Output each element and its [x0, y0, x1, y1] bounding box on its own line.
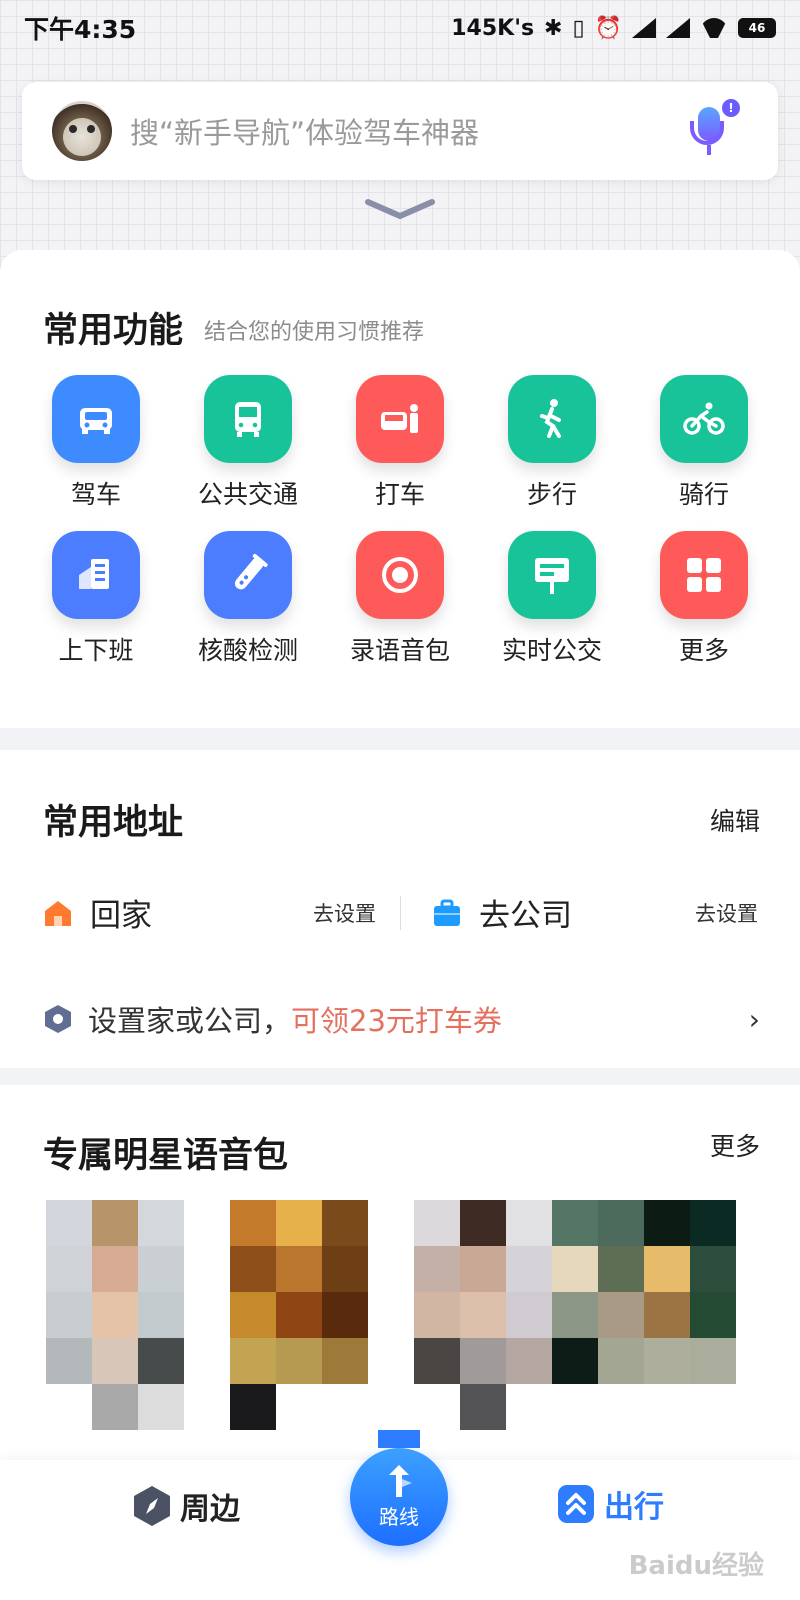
car-icon — [52, 375, 140, 463]
nav-travel-label: 出行 — [604, 1490, 664, 1525]
home-icon — [45, 900, 71, 926]
work-setup-button[interactable]: 去设置 — [695, 898, 758, 928]
work-label: 去公司 — [479, 898, 572, 934]
home-label: 回家 — [90, 898, 152, 934]
function-label: 上下班 — [58, 636, 134, 665]
chevron-down-icon[interactable] — [364, 196, 436, 222]
section-title-voice-packs: 专属明星语音包 — [43, 1136, 289, 1176]
nav-nearby[interactable]: 周边 — [132, 1484, 240, 1528]
walk-icon — [508, 375, 596, 463]
function-commute[interactable]: 上下班 — [20, 531, 172, 667]
bluetooth-icon: ✱ — [544, 15, 563, 41]
promo-text: 设置家或公司， — [88, 1004, 292, 1038]
taxi-icon — [356, 375, 444, 463]
route-arrow-icon — [389, 1464, 412, 1497]
function-label: 打车 — [374, 480, 425, 509]
voice-pack-thumbnail[interactable] — [46, 1200, 184, 1430]
function-realtime-bus[interactable]: 实时公交 — [476, 531, 628, 667]
alarm-icon: ⏰ — [594, 15, 622, 41]
travel-icon — [558, 1485, 594, 1523]
common-functions-card: 常用功能 结合您的使用习惯推荐 驾车 公共交通 打车 步行 骑行 上下班 核酸检… — [0, 250, 800, 728]
function-label: 实时公交 — [501, 636, 602, 665]
function-label: 核酸检测 — [197, 636, 298, 665]
function-bike[interactable]: 骑行 — [628, 375, 780, 511]
function-label: 录语音包 — [349, 636, 450, 665]
function-label: 骑行 — [678, 480, 729, 509]
commute-icon — [52, 531, 140, 619]
home-setup-button[interactable]: 去设置 — [313, 898, 376, 928]
promo-highlight: 可领23元打车券 — [291, 1004, 502, 1038]
hexagon-icon — [45, 1005, 71, 1033]
edit-button[interactable]: 编辑 — [710, 802, 760, 838]
function-taxi[interactable]: 打车 — [324, 375, 476, 511]
bottom-nav: 周边 路线 出行 Baidu经验 — [0, 1430, 800, 1600]
wifi-icon — [700, 18, 728, 38]
function-grid: 驾车 公共交通 打车 步行 骑行 上下班 核酸检测 录语音包 实时公交 更多 — [20, 375, 780, 667]
status-time: 下午4:35 — [24, 15, 137, 44]
chevron-right-icon: › — [748, 1002, 760, 1036]
address-promo-banner[interactable]: 设置家或公司， 可领23元打车券 › — [44, 998, 760, 1040]
nav-nearby-label: 周边 — [180, 1492, 240, 1527]
test-tube-icon — [204, 531, 292, 619]
section-title-common-addresses: 常用地址 — [43, 803, 184, 843]
microphone-icon[interactable]: ! — [686, 99, 740, 159]
function-drive[interactable]: 驾车 — [20, 375, 172, 511]
compass-icon — [134, 1486, 170, 1526]
watermark: Baidu经验 — [628, 1551, 764, 1581]
battery-icon: 46 — [738, 18, 776, 38]
function-more[interactable]: 更多 — [628, 531, 780, 667]
function-label: 步行 — [526, 480, 577, 509]
function-label: 更多 — [678, 636, 729, 665]
search-input[interactable]: 搜“新手导航”体验驾车神器 — [130, 110, 686, 152]
record-icon — [356, 531, 444, 619]
function-nucleic-test[interactable]: 核酸检测 — [172, 531, 324, 667]
bus-icon — [204, 375, 292, 463]
function-transit[interactable]: 公共交通 — [172, 375, 324, 511]
section-subtitle: 结合您的使用习惯推荐 — [204, 320, 425, 345]
function-walk[interactable]: 步行 — [476, 375, 628, 511]
nav-travel[interactable]: 出行 — [556, 1482, 664, 1526]
address-row: 回家 去设置 去公司 去设置 — [42, 890, 758, 935]
voice-packs-more-button[interactable]: 更多 — [710, 1127, 760, 1163]
section-title-common-functions: 常用功能 — [43, 311, 184, 351]
function-label: 驾车 — [70, 480, 121, 509]
route-notch — [378, 1430, 420, 1448]
function-record-voice[interactable]: 录语音包 — [324, 531, 476, 667]
signal-icon-2 — [666, 18, 690, 38]
common-addresses-card: 常用地址 编辑 回家 去设置 去公司 去设置 设置家或公司， 可领23元打车券 … — [0, 750, 800, 1068]
bike-icon — [660, 375, 748, 463]
function-label: 公共交通 — [197, 480, 298, 509]
vibrate-icon: ▯ — [572, 15, 585, 41]
voice-pack-thumbnail[interactable] — [414, 1200, 736, 1430]
work-address[interactable]: 去公司 去设置 — [431, 890, 758, 935]
mic-badge: ! — [722, 99, 740, 117]
divider — [400, 895, 401, 930]
avatar[interactable] — [52, 101, 112, 161]
signal-icon — [632, 18, 656, 38]
status-bar: 下午4:35 145K's ✱ ▯ ⏰ 46 — [0, 0, 800, 56]
status-icons: 145K's ✱ ▯ ⏰ 46 — [451, 16, 776, 41]
net-speed: 145K's — [451, 15, 535, 41]
briefcase-icon — [434, 899, 460, 926]
voice-pack-thumbnail[interactable] — [230, 1200, 368, 1430]
search-bar[interactable]: 搜“新手导航”体验驾车神器 ! — [22, 82, 778, 180]
route-label: 路线 — [379, 1504, 419, 1529]
home-address[interactable]: 回家 去设置 — [42, 890, 400, 935]
grid-icon — [660, 531, 748, 619]
route-button[interactable]: 路线 — [350, 1448, 448, 1546]
voice-pack-carousel — [46, 1200, 756, 1450]
bus-stop-icon — [508, 531, 596, 619]
